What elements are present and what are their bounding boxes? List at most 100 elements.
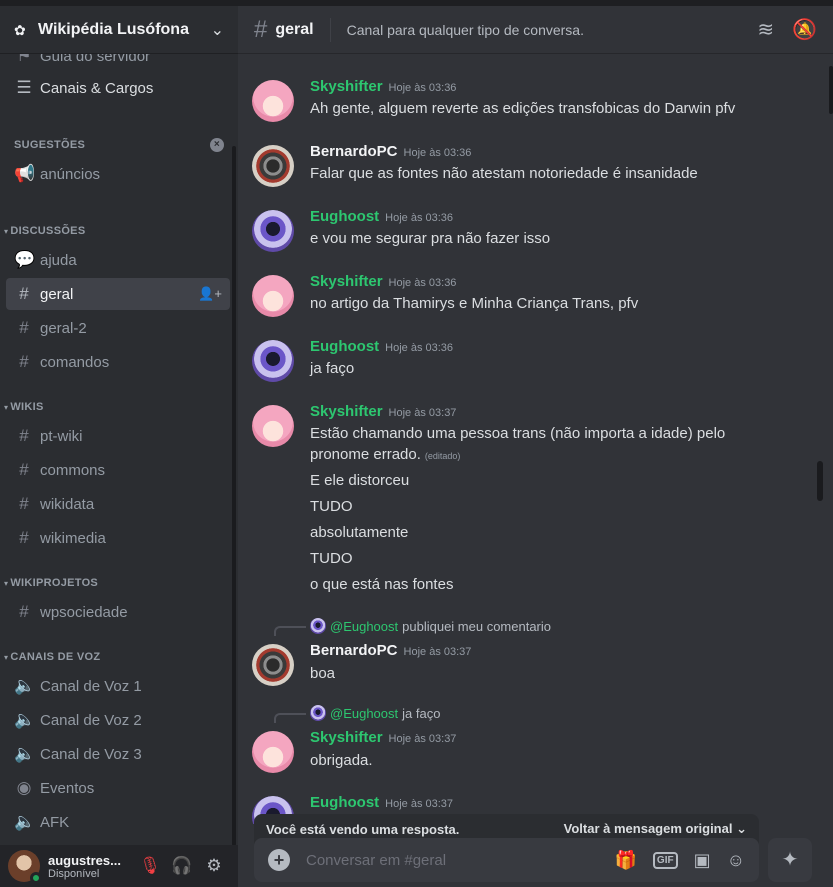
sidebar-item-label: wikimedia bbox=[40, 529, 106, 547]
category-sugestoes[interactable]: SUGESTÕES × bbox=[4, 138, 234, 152]
reply-preview[interactable]: @Eughoost publiquei meu comentario bbox=[310, 618, 551, 634]
threads-icon[interactable]: ≋ bbox=[757, 17, 774, 42]
avatar[interactable] bbox=[252, 731, 294, 773]
avatar[interactable] bbox=[8, 850, 42, 884]
message-author[interactable]: BernardoPC Hoje às 03:36 bbox=[310, 143, 471, 160]
sidebar-scrollbar[interactable] bbox=[232, 146, 236, 846]
scrollbar[interactable] bbox=[829, 66, 833, 114]
category-label: CANAIS DE VOZ bbox=[10, 651, 101, 663]
user-status: Disponível bbox=[48, 867, 100, 880]
message-text: boa bbox=[310, 665, 336, 682]
reply-mention[interactable]: @Eughoost bbox=[330, 706, 398, 721]
message-author[interactable]: Eughoost Hoje às 03:37 bbox=[310, 794, 453, 811]
sidebar-item-comandos[interactable]: # comandos bbox=[6, 346, 230, 378]
avatar[interactable] bbox=[252, 210, 294, 252]
message-text: e vou me segurar pra não fazer isso bbox=[310, 230, 551, 247]
apps-icon[interactable]: ✦ bbox=[768, 838, 812, 882]
category-wikiprojetos[interactable]: ▾ WIKIPROJETOS bbox=[4, 577, 234, 589]
sidebar-item-geral[interactable]: # geral 👤+ bbox=[6, 278, 230, 310]
message-scrollbar-thumb[interactable] bbox=[817, 461, 823, 501]
timestamp: Hoje às 03:37 bbox=[388, 733, 457, 745]
sidebar-item-label: ajuda bbox=[40, 251, 77, 269]
channel-header: # geral Canal para qualquer tipo de conv… bbox=[238, 6, 833, 54]
sidebar-item-anuncios[interactable]: 📢 anúncios bbox=[6, 158, 230, 190]
sidebar-item-eventos[interactable]: ◉ Eventos bbox=[6, 772, 230, 804]
sidebar-item-label: Canal de Voz 2 bbox=[40, 711, 142, 729]
message-text: no artigo da Thamirys e Minha Criança Tr… bbox=[310, 295, 639, 312]
message-author[interactable]: Eughoost Hoje às 03:36 bbox=[310, 338, 453, 355]
message-text: E ele distorceu bbox=[310, 472, 410, 489]
user-info[interactable]: augustres... Disponível bbox=[48, 853, 134, 880]
sidebar-item-voz-2[interactable]: 🔈 Canal de Voz 2 bbox=[6, 704, 230, 736]
avatar[interactable] bbox=[252, 644, 294, 686]
sidebar-item-label: anúncios bbox=[40, 165, 101, 183]
reply-mention[interactable]: @Eughoost bbox=[330, 619, 398, 634]
server-header[interactable]: ✿ Wikipédia Lusófona ⌄ bbox=[0, 6, 238, 54]
sidebar-item-geral-2[interactable]: # geral-2 bbox=[6, 312, 230, 344]
sidebar-item-wikidata[interactable]: # wikidata bbox=[6, 488, 230, 520]
timestamp: Hoje às 03:37 bbox=[385, 798, 454, 810]
reply-connector bbox=[274, 713, 306, 723]
channel-name: geral bbox=[275, 20, 314, 38]
message-author[interactable]: Skyshifter Hoje às 03:37 bbox=[310, 403, 456, 420]
avatar bbox=[310, 618, 326, 634]
category-discussoes[interactable]: ▾ DISCUSSÕES bbox=[4, 225, 234, 237]
sticker-icon[interactable]: ▣ bbox=[694, 850, 711, 871]
mic-muted-icon[interactable]: 🎙 bbox=[134, 856, 166, 876]
avatar[interactable] bbox=[252, 340, 294, 382]
add-member-icon[interactable]: 👤+ bbox=[198, 286, 222, 302]
avatar[interactable] bbox=[252, 405, 294, 447]
sidebar-item-wikimedia[interactable]: # wikimedia bbox=[6, 522, 230, 554]
sidebar-item-pt-wiki[interactable]: # pt-wiki bbox=[6, 420, 230, 452]
reply-preview[interactable]: @Eughoost ja faço bbox=[310, 705, 440, 721]
jump-to-original-button[interactable]: Voltar à mensagem original ⌄ bbox=[564, 821, 747, 837]
category-label: WIKIS bbox=[10, 401, 44, 413]
sidebar-item-canais-cargos[interactable]: ☰ Canais & Cargos bbox=[6, 72, 230, 104]
gif-button[interactable]: GIF bbox=[652, 851, 678, 869]
avatar[interactable] bbox=[252, 80, 294, 122]
chevron-down-icon[interactable]: ⌄ bbox=[211, 20, 224, 40]
hash-icon: # bbox=[254, 15, 268, 43]
sidebar-item-wpsociedade[interactable]: # wpsociedade bbox=[6, 596, 230, 628]
avatar[interactable] bbox=[252, 275, 294, 317]
avatar[interactable] bbox=[252, 145, 294, 187]
message-author[interactable]: Skyshifter Hoje às 03:36 bbox=[310, 78, 456, 95]
close-icon[interactable]: × bbox=[210, 138, 224, 152]
message-author[interactable]: BernardoPC Hoje às 03:37 bbox=[310, 642, 471, 659]
message-author[interactable]: Skyshifter Hoje às 03:36 bbox=[310, 273, 456, 290]
message-author[interactable]: Eughoost Hoje às 03:36 bbox=[310, 208, 453, 225]
sidebar-item-commons[interactable]: # commons bbox=[6, 454, 230, 486]
hash-icon: # bbox=[19, 460, 29, 479]
gift-icon[interactable]: 🎁 bbox=[615, 850, 637, 871]
notifications-muted-icon[interactable]: 🔕 bbox=[792, 17, 817, 42]
category-label: SUGESTÕES bbox=[14, 139, 86, 151]
hash-icon: # bbox=[19, 528, 29, 547]
megaphone-icon: 📢 bbox=[14, 164, 36, 183]
sidebar-item-label: Eventos bbox=[40, 779, 95, 797]
category-label: WIKIPROJETOS bbox=[10, 577, 99, 589]
discord-app: ✿ Wikipédia Lusófona ⌄ ⚑ Guia do servido… bbox=[0, 0, 833, 887]
message-input[interactable]: Conversar em #geral bbox=[306, 852, 599, 869]
timestamp: Hoje às 03:37 bbox=[388, 407, 457, 419]
sidebar-item-ajuda[interactable]: 💬 ajuda bbox=[6, 244, 230, 276]
headphones-icon[interactable]: 🎧 bbox=[166, 856, 198, 876]
message-text: Ah gente, alguem reverte as edições tran… bbox=[310, 100, 736, 117]
sidebar-item-label: AFK bbox=[40, 813, 70, 831]
sidebar-item-voz-1[interactable]: 🔈 Canal de Voz 1 bbox=[6, 670, 230, 702]
message-author[interactable]: Skyshifter Hoje às 03:37 bbox=[310, 729, 456, 746]
timestamp: Hoje às 03:36 bbox=[388, 277, 457, 289]
hash-icon: # bbox=[19, 352, 29, 371]
category-wikis[interactable]: ▾ WIKIS bbox=[4, 401, 234, 413]
sidebar-item-voz-3[interactable]: 🔈 Canal de Voz 3 bbox=[6, 738, 230, 770]
add-attachment-icon[interactable]: + bbox=[268, 849, 290, 871]
emoji-icon[interactable]: ☺ bbox=[727, 850, 745, 871]
channel-topic[interactable]: Canal para qualquer tipo de conversa. bbox=[347, 22, 740, 38]
edited-label: (editado) bbox=[424, 451, 461, 461]
message-composer[interactable]: + Conversar em #geral 🎁 GIF ▣ ☺ bbox=[254, 838, 759, 882]
reply-notice: Você está vendo uma resposta. bbox=[266, 821, 460, 837]
message-text: TUDO bbox=[310, 498, 353, 515]
sidebar-item-afk[interactable]: 🔈 AFK bbox=[6, 806, 230, 838]
category-canais-de-voz[interactable]: ▾ CANAIS DE VOZ bbox=[4, 651, 234, 663]
gear-icon[interactable]: ⚙ bbox=[198, 856, 230, 876]
sidebar-item-label: geral-2 bbox=[40, 319, 87, 337]
